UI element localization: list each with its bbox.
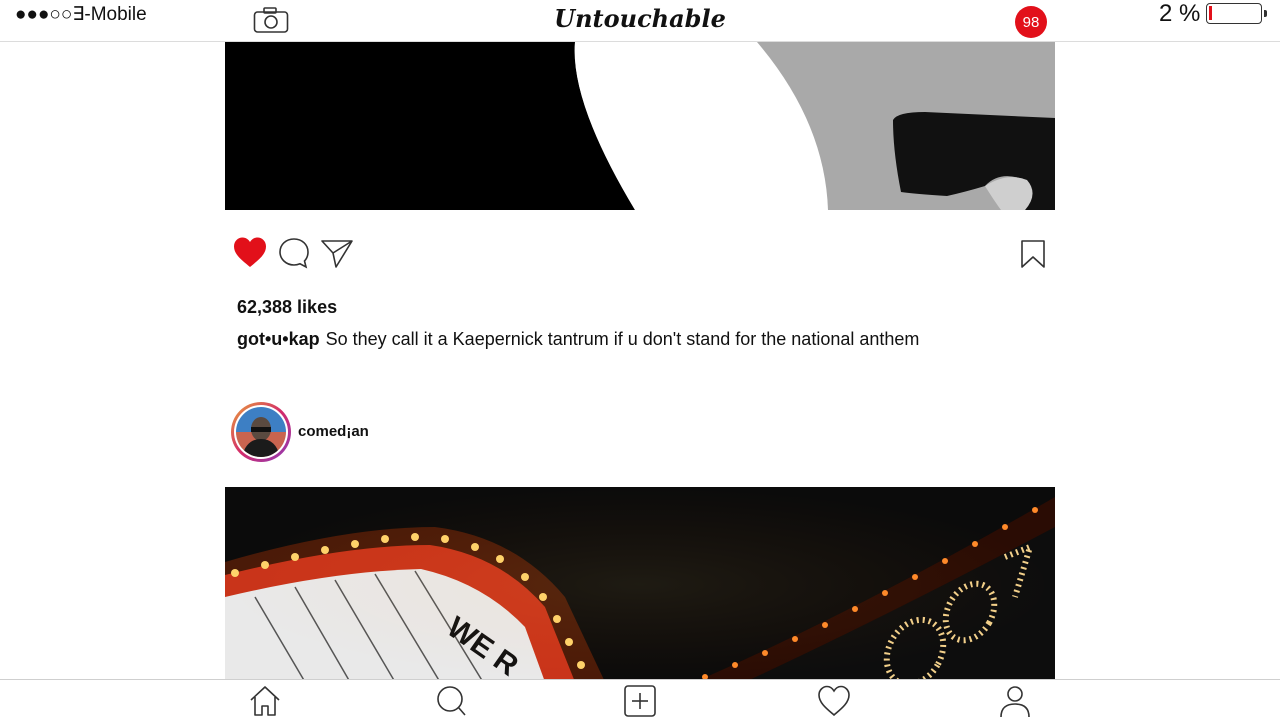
- caption-username[interactable]: got•u•kap: [237, 329, 320, 349]
- battery-level-fill: [1209, 6, 1212, 20]
- top-bar: ●●●○○∃-Mobile Untouchable 98 2 %: [0, 0, 1280, 42]
- heart-icon[interactable]: [233, 236, 267, 275]
- caption-text: So they call it a Kaepernick tantrum if …: [325, 329, 920, 349]
- post-actions: [225, 236, 1055, 276]
- bookmark-icon[interactable]: [1020, 239, 1046, 274]
- app-title: Untouchable: [554, 4, 726, 33]
- bottom-nav: [0, 679, 1280, 721]
- post-image[interactable]: WE R: [225, 487, 1055, 682]
- activity-icon[interactable]: [817, 684, 851, 718]
- battery-icon: [1206, 3, 1267, 24]
- home-icon[interactable]: [248, 684, 282, 718]
- search-icon[interactable]: [434, 684, 468, 718]
- add-icon[interactable]: [623, 684, 657, 718]
- post-caption: got•u•kap So they call it a Kaepernick ta…: [237, 329, 919, 350]
- like-count[interactable]: 62,388 likes: [237, 297, 337, 318]
- notification-badge[interactable]: 98: [1015, 6, 1047, 38]
- post-image[interactable]: [225, 42, 1055, 210]
- avatar[interactable]: [231, 402, 291, 462]
- profile-icon[interactable]: [998, 684, 1032, 718]
- comment-icon[interactable]: [278, 236, 310, 275]
- post-author-username[interactable]: comed¡an: [298, 423, 369, 440]
- battery-percent: 2 %: [1159, 0, 1201, 27]
- share-icon[interactable]: [320, 236, 354, 275]
